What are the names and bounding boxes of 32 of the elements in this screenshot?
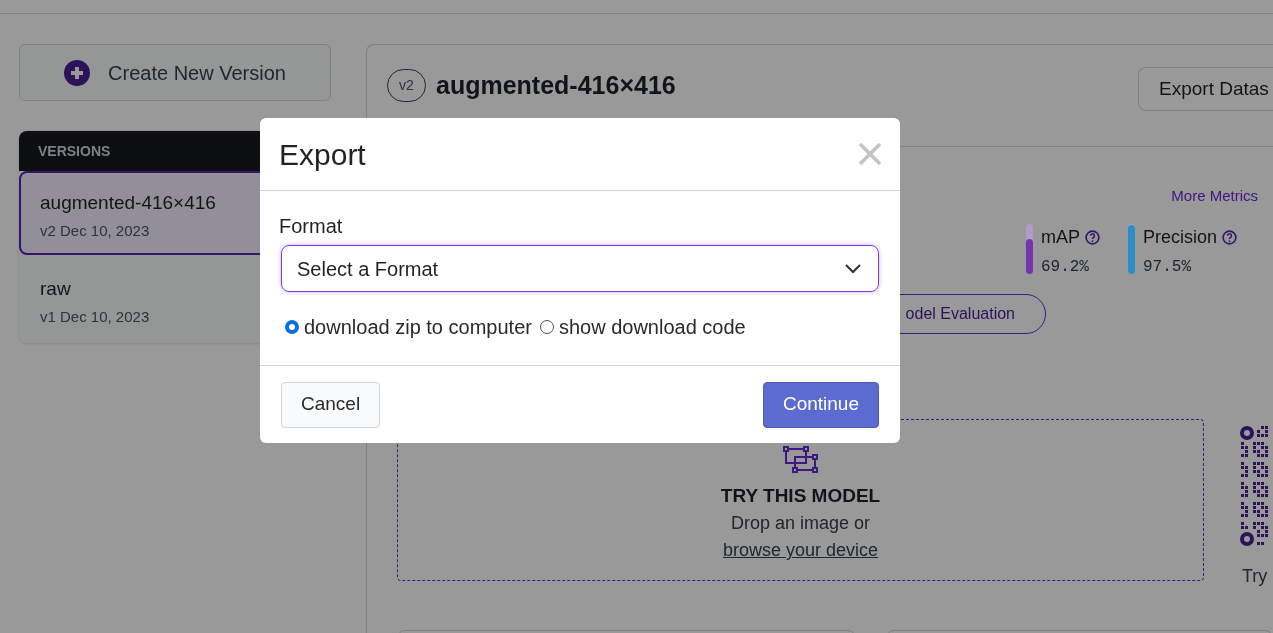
metric-value: 97.5% [1142, 256, 1192, 278]
try-model-title: TRY THIS MODEL [720, 483, 881, 508]
metric-label: mAP [1040, 225, 1080, 249]
version-name: raw [40, 277, 71, 301]
help-icon[interactable] [1222, 229, 1237, 245]
radio-button[interactable] [539, 320, 554, 334]
more-metrics-link[interactable]: More Metrics [1171, 185, 1258, 208]
metric-bar [1127, 223, 1135, 274]
cancel-button[interactable]: Cancel [281, 381, 381, 428]
radio-button[interactable] [285, 320, 299, 334]
drop-hint: Drop an image or [730, 512, 871, 535]
format-select[interactable]: Select a Format [281, 245, 879, 292]
create-version-button[interactable]: Create New Version [19, 44, 331, 101]
panel-heading: VERSIONS [38, 141, 111, 161]
metric-label: Precision [1142, 225, 1217, 249]
version-meta: v1 Dec 10, 2023 [40, 306, 150, 327]
browse-device-link[interactable]: browse your device [722, 537, 879, 564]
metric-value: 69.2% [1040, 256, 1090, 278]
version-name: augmented-416×416 [40, 191, 216, 215]
radio-option[interactable]: download zip to computer [285, 312, 532, 342]
metric-bar [1025, 223, 1033, 274]
dialog-title: Export [279, 136, 366, 173]
chevron-down-icon [845, 263, 861, 274]
try-caption: Try [1242, 564, 1268, 588]
continue-button[interactable]: Continue [762, 381, 879, 428]
version-meta: v2 Dec 10, 2023 [40, 220, 150, 241]
plus-icon [64, 59, 91, 86]
radio-option[interactable]: show download code [539, 312, 746, 342]
export-dataset-button[interactable]: Export Datas [1138, 67, 1273, 111]
version-title: augmented-416×416 [436, 70, 676, 101]
bounding-boxes-icon [782, 445, 819, 474]
help-icon[interactable] [1084, 229, 1100, 245]
